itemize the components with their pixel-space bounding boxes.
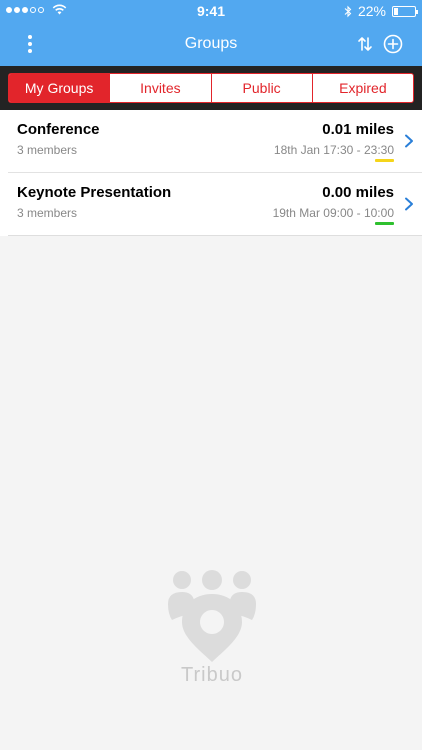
group-time: 18th Jan 17:30 - 23:30 bbox=[273, 143, 394, 157]
status-indicator-bar bbox=[375, 159, 394, 162]
group-time: 19th Mar 09:00 - 10:00 bbox=[272, 206, 394, 220]
group-members: 3 members bbox=[17, 206, 78, 220]
battery-icon bbox=[392, 5, 418, 17]
status-bar: 9:41 22% bbox=[0, 0, 422, 22]
group-name: Conference bbox=[17, 121, 100, 138]
list-item[interactable]: Keynote Presentation 3 members 0.00 mile… bbox=[8, 173, 422, 236]
group-name: Keynote Presentation bbox=[17, 184, 172, 201]
sort-arrows-icon[interactable] bbox=[354, 33, 376, 55]
group-list: Conference 3 members 0.01 miles 18th Jan… bbox=[0, 110, 422, 236]
status-right: 22% bbox=[344, 3, 418, 19]
segment-bar: My Groups Invites Public Expired bbox=[0, 66, 422, 110]
tab-expired[interactable]: Expired bbox=[311, 74, 413, 102]
group-filter-tabs: My Groups Invites Public Expired bbox=[8, 73, 414, 103]
bluetooth-icon bbox=[344, 5, 352, 17]
tab-my-groups[interactable]: My Groups bbox=[9, 74, 110, 102]
add-circle-icon[interactable] bbox=[382, 33, 404, 55]
group-distance: 0.00 miles bbox=[322, 184, 394, 201]
chevron-right-icon[interactable] bbox=[404, 134, 414, 148]
nav-bar: Groups bbox=[0, 22, 422, 66]
tab-public[interactable]: Public bbox=[210, 74, 312, 102]
status-indicator-bar bbox=[375, 222, 394, 225]
group-distance: 0.01 miles bbox=[322, 121, 394, 138]
tribuo-logo-icon bbox=[168, 570, 256, 662]
chevron-right-icon[interactable] bbox=[404, 197, 414, 211]
tab-invites[interactable]: Invites bbox=[109, 74, 210, 102]
watermark-text: Tribuo bbox=[181, 664, 243, 686]
list-item[interactable]: Conference 3 members 0.01 miles 18th Jan… bbox=[8, 110, 422, 173]
battery-percent: 22% bbox=[357, 3, 386, 19]
group-members: 3 members bbox=[17, 143, 78, 157]
tribuo-logo: Tribuo bbox=[160, 568, 264, 692]
